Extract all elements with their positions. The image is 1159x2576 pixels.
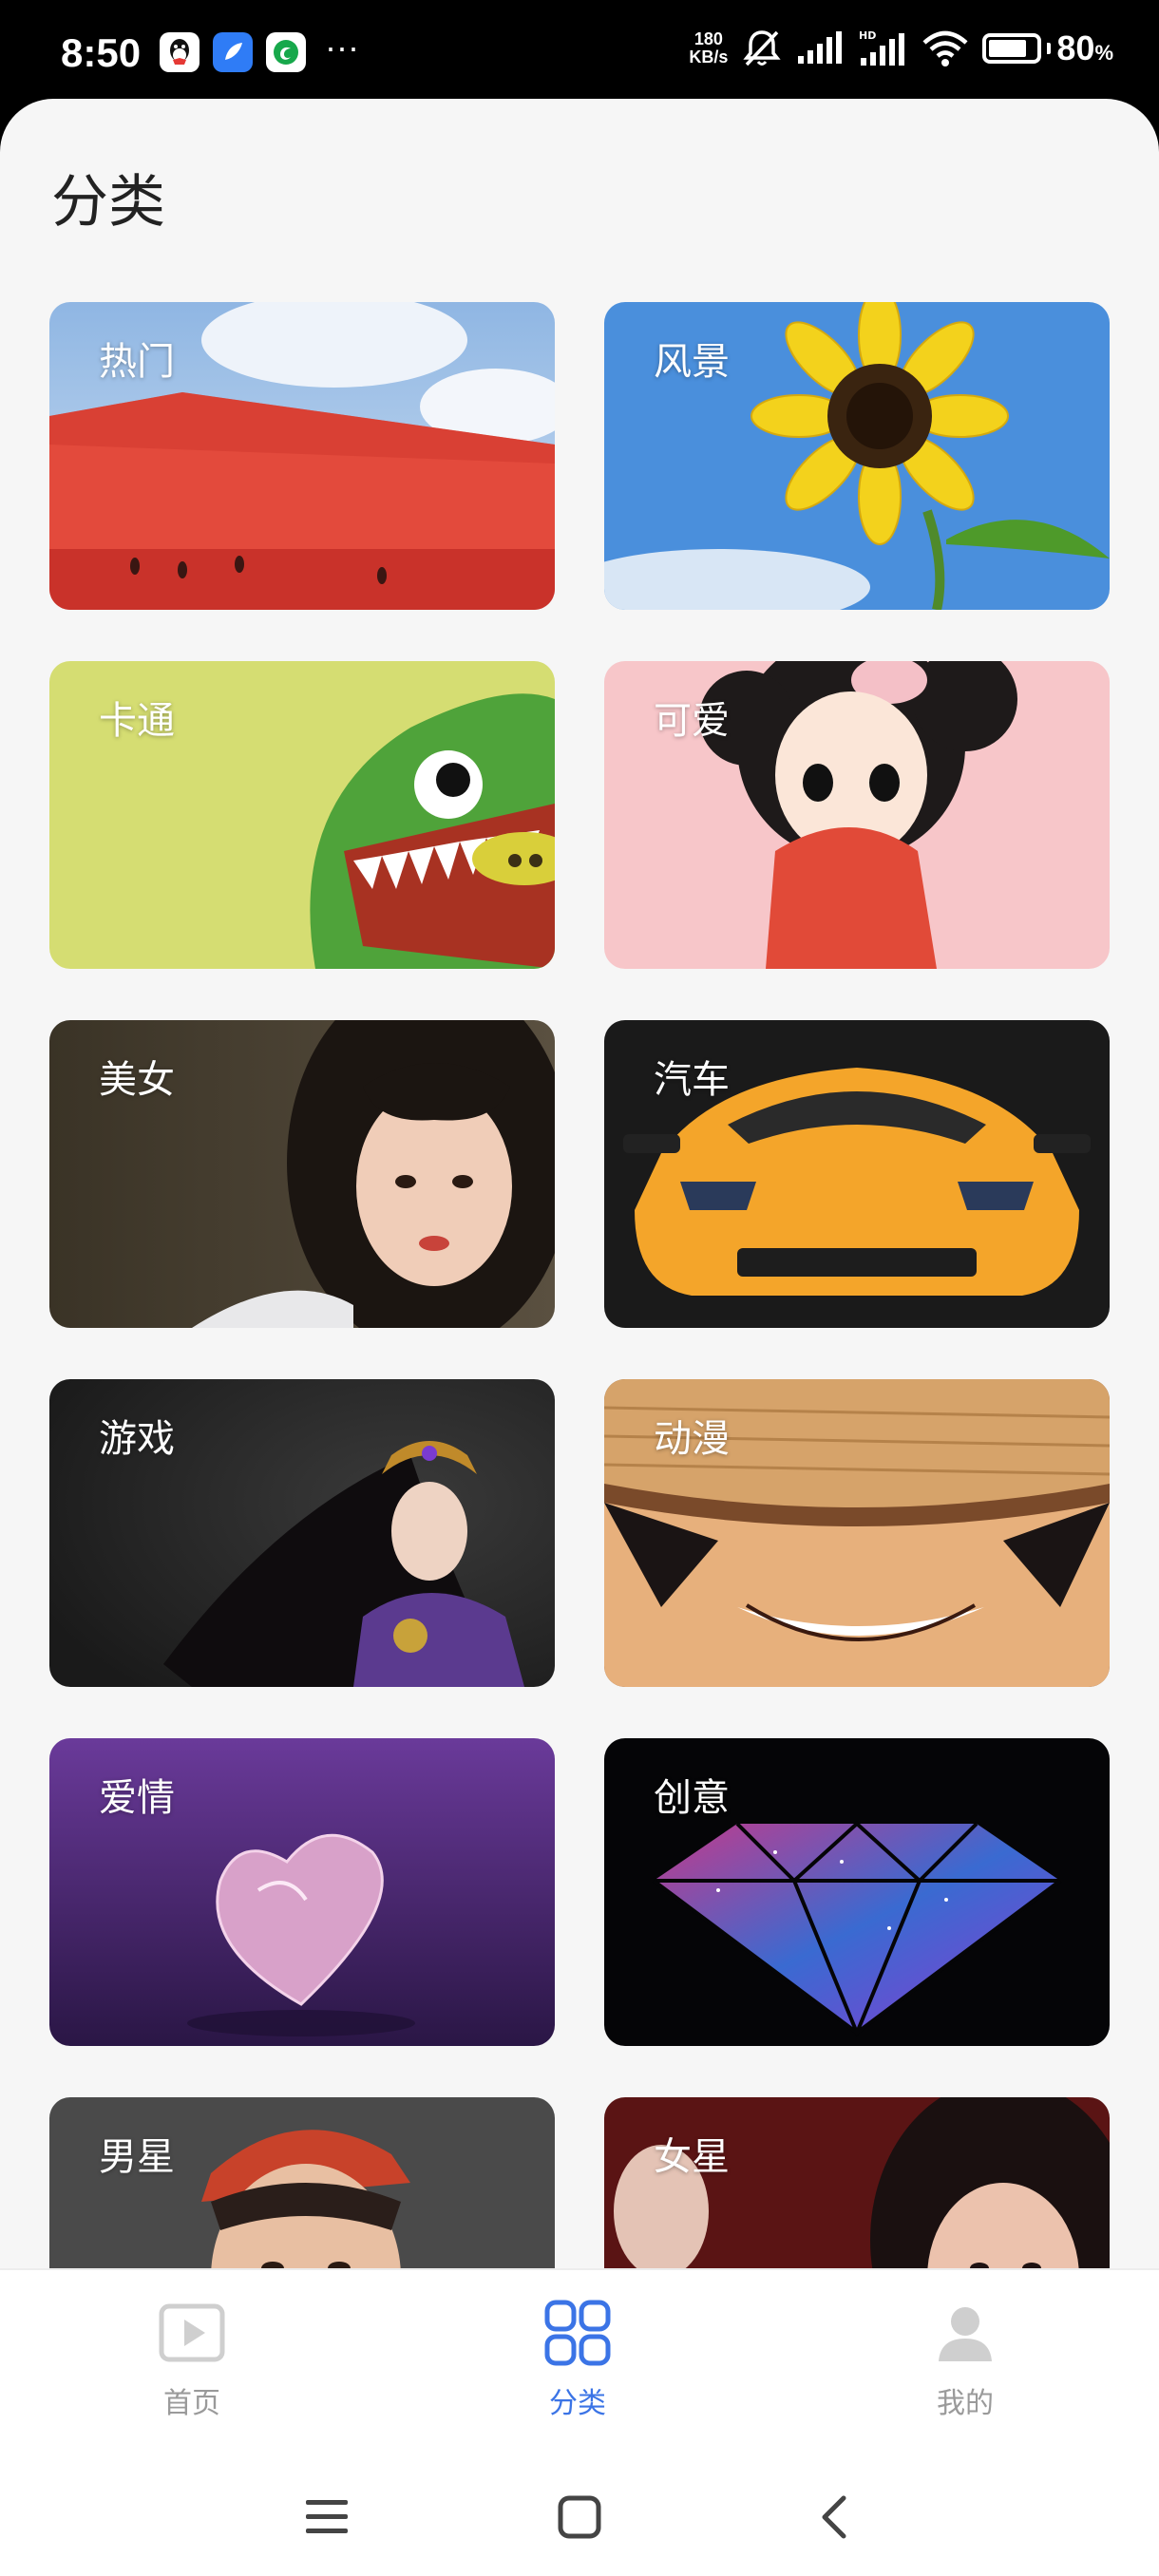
more-notifications-icon: ···: [325, 28, 359, 66]
signal-icon: [796, 31, 844, 66]
category-label: 卡通: [99, 700, 175, 742]
menu-button[interactable]: [289, 2479, 365, 2555]
battery-indicator: 80%: [982, 28, 1113, 68]
category-label: 女星: [654, 2136, 730, 2178]
network-speed: 180 KB/s: [689, 30, 728, 66]
network-speed-value: 180: [694, 29, 723, 48]
back-icon: [822, 2495, 846, 2539]
home-button[interactable]: [542, 2479, 618, 2555]
category-card-creative[interactable]: 创意: [604, 1738, 1110, 2046]
nav-item-mine[interactable]: 我的: [870, 2299, 1060, 2421]
square-icon: [558, 2495, 601, 2539]
notification-icons: ···: [160, 28, 359, 72]
status-right: 180 KB/s HD 80%: [689, 28, 1113, 68]
category-card-anime[interactable]: 动漫: [604, 1379, 1110, 1687]
category-card-hot[interactable]: 热门: [49, 302, 555, 610]
category-label: 可爱: [654, 700, 730, 742]
battery-unit: %: [1094, 41, 1113, 65]
category-label: 游戏: [99, 1418, 175, 1460]
page-title: 分类: [51, 170, 165, 234]
wifi-icon: [922, 29, 969, 67]
category-label: 爱情: [99, 1777, 175, 1819]
nav-item-home[interactable]: 首页: [97, 2299, 287, 2421]
category-card-car[interactable]: 汽车: [604, 1020, 1110, 1328]
grid-icon: [544, 2300, 611, 2366]
category-label: 动漫: [654, 1418, 730, 1460]
bottom-nav: 首页 分类 我的: [0, 2268, 1159, 2458]
battery-percent: 80%: [1056, 28, 1113, 68]
battery-icon: [982, 33, 1042, 64]
category-card-cartoon[interactable]: 卡通: [49, 661, 555, 969]
battery-value: 80: [1056, 28, 1095, 67]
nav-label-mine: 我的: [937, 2388, 994, 2419]
category-label: 风景: [654, 341, 730, 383]
feather-app-icon: [213, 32, 253, 72]
category-card-scenery[interactable]: 风景: [604, 302, 1110, 610]
category-card-love[interactable]: 爱情: [49, 1738, 555, 2046]
category-card-cute[interactable]: 可爱: [604, 661, 1110, 969]
system-nav-bar: [0, 2458, 1159, 2576]
category-label: 热门: [99, 341, 175, 383]
green-app-icon: [266, 32, 306, 72]
person-icon: [939, 2307, 992, 2361]
category-label: 男星: [99, 2136, 175, 2178]
hd-signal-icon: HD: [857, 29, 908, 67]
category-sheet: 分类 热门 风景 卡通 可爱 美女 汽车 游戏 动漫 爱情 创意 男星 女星: [0, 99, 1159, 2576]
category-card-game[interactable]: 游戏: [49, 1379, 555, 1687]
battery-fill: [989, 40, 1026, 57]
category-card-beauty[interactable]: 美女: [49, 1020, 555, 1328]
back-button[interactable]: [796, 2479, 872, 2555]
nav-label-home: 首页: [163, 2388, 220, 2419]
category-label: 创意: [654, 1777, 730, 1819]
nav-label-category: 分类: [549, 2388, 606, 2419]
svg-text:HD: HD: [859, 29, 876, 42]
qq-icon: [160, 32, 200, 72]
mute-icon: [741, 28, 783, 68]
network-speed-unit: KB/s: [689, 47, 729, 66]
status-time: 8:50: [61, 30, 142, 75]
category-label: 美女: [99, 1059, 175, 1101]
play-icon: [159, 2303, 225, 2362]
category-label: 汽车: [654, 1059, 730, 1101]
nav-item-category[interactable]: 分类: [483, 2299, 673, 2421]
menu-icon: [306, 2500, 348, 2533]
battery-tip: [1047, 43, 1052, 54]
status-bar: 8:50 ··· 180 KB/s HD 80%: [0, 0, 1159, 104]
